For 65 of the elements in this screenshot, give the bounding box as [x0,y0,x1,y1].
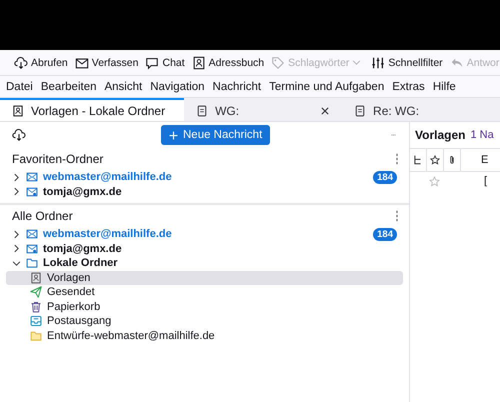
trash-icon [30,300,42,313]
toolbar-button[interactable]: Abrufen [12,54,70,72]
menu-item[interactable]: Extras [389,80,428,92]
thread-icon [413,155,423,165]
toolbar-button[interactable]: Schnellfilter [369,54,445,72]
folder-row[interactable]: Vorlagen [6,270,403,285]
menu-item[interactable]: Navigation [147,80,208,92]
outbox-tray-icon [30,315,42,328]
folder-row[interactable]: webmaster@mailhilfe.de 184 [6,227,403,242]
toolbar-button[interactable]: Adressbuch [190,54,266,72]
document-icon [196,104,208,116]
star-icon [430,155,440,165]
folder-row[interactable]: Postausgang [6,314,403,328]
template-icon [30,272,42,284]
star-icon [428,176,440,186]
chevron-down-icon [12,258,21,268]
envelope-person-icon [26,242,38,255]
folder-row[interactable]: tomja@gmx.de [6,184,403,199]
more-options-icon [395,210,399,222]
folder-row[interactable]: Papierkorb [6,300,403,314]
folder-row[interactable]: Lokale Ordner [6,256,403,270]
unread-count-badge: 184 [373,170,397,184]
folder-row[interactable]: webmaster@mailhilfe.de 184 [6,170,403,184]
folder-title: Vorlagen [415,128,466,142]
column-header[interactable] [427,149,444,171]
close-icon [320,106,330,116]
folder-row[interactable]: Entwürfe-webmaster@mailhilfe.de [6,328,403,343]
tab[interactable]: Re: WG: [342,98,500,121]
section-heading: Alle Ordner [12,209,73,223]
cloud-download-icon [14,56,28,70]
tag-icon [271,56,286,70]
chat-bubble-icon [145,56,160,70]
menu-item[interactable]: Hilfe [430,80,459,92]
folder-icon [30,330,42,342]
message-cell: [ [484,175,488,187]
menu-item[interactable]: Nachricht [210,80,264,92]
envelope-person-icon [26,186,38,198]
folder-row[interactable]: Gesendet [6,285,403,300]
new-message-button[interactable]: Neue Nachricht [161,125,270,145]
document-icon [354,104,366,116]
unread-count-badge: 184 [373,228,397,241]
contact-card-icon [192,56,206,70]
menu-item[interactable]: Bearbeiten [38,80,100,92]
section-heading: Favoriten-Ordner [12,152,104,166]
cloud-download-icon [12,128,26,142]
template-icon [12,104,24,116]
menu-item[interactable]: Ansicht [101,80,146,92]
envelope-icon [26,228,38,240]
folder-icon [26,257,38,270]
toolbar-button[interactable]: Chat [143,54,187,72]
folder-row[interactable]: tomja@gmx.de [6,242,403,256]
envelope-icon [26,171,38,184]
toolbar-button[interactable]: Verfassen [72,54,140,72]
paper-plane-icon [30,286,42,298]
plus-icon [169,130,178,140]
menu-item[interactable]: Datei [3,80,36,92]
more-options-icon [395,153,399,165]
chevron-down-icon [352,58,362,67]
menu-item[interactable]: Termine und Aufgaben [266,80,388,92]
message-count: 1 Na [470,129,494,141]
tab[interactable]: WG: [184,98,342,121]
sliders-icon [371,56,386,70]
column-header[interactable]: E [461,149,488,171]
tab[interactable]: Vorlagen - Lokale Ordner [0,98,184,121]
reply-arrow-icon [450,56,464,70]
